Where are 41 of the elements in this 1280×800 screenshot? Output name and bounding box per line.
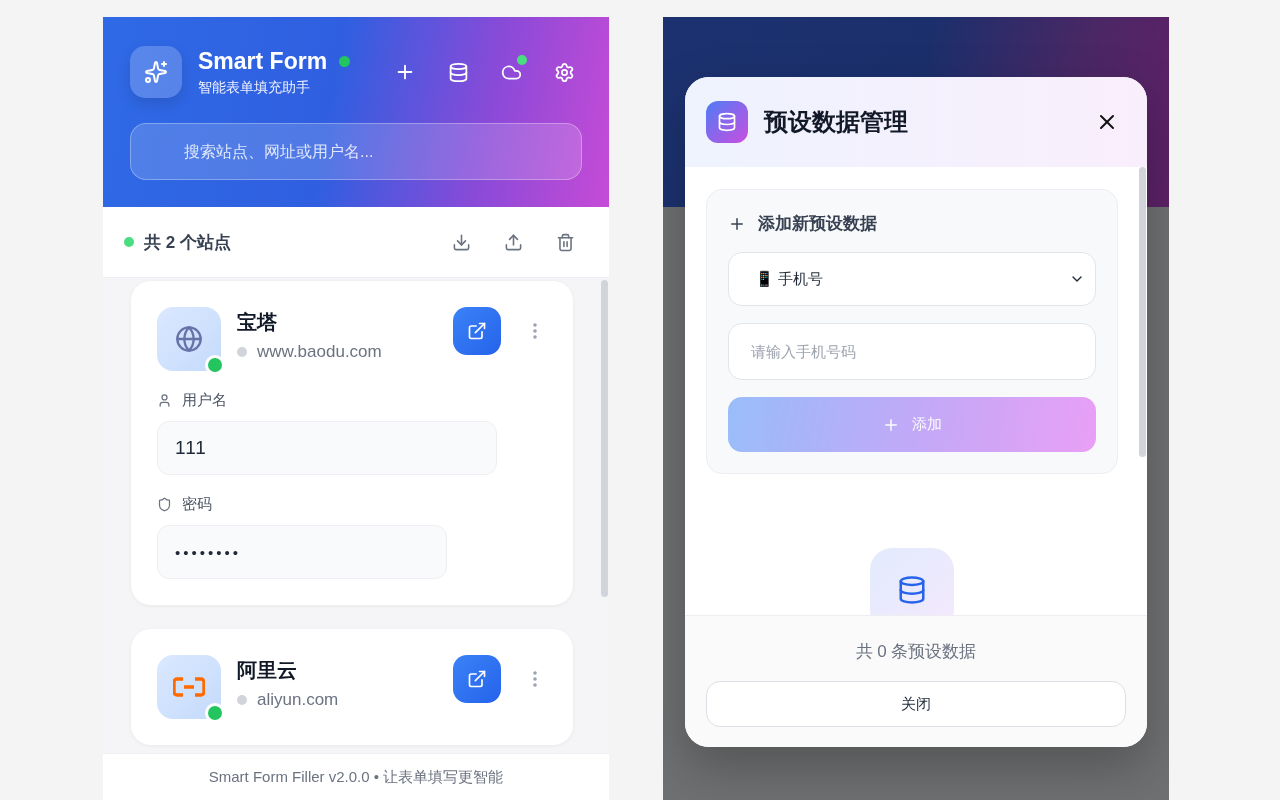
site-name: 宝塔 xyxy=(237,310,278,335)
password-field[interactable]: •••••••• xyxy=(157,525,447,579)
database-icon xyxy=(447,61,469,83)
url-dot xyxy=(237,695,247,705)
scrollbar-thumb[interactable] xyxy=(601,280,608,597)
more-icon xyxy=(533,323,537,339)
sparkles-icon xyxy=(144,60,168,84)
status-dot xyxy=(124,237,134,247)
app-title: Smart Form xyxy=(198,47,328,75)
footer-text: Smart Form Filler v2.0.0 • 让表单填写更智能 xyxy=(208,767,504,787)
shield-icon xyxy=(157,497,172,512)
scrollbar-thumb[interactable] xyxy=(1139,167,1146,457)
url-dot xyxy=(237,347,247,357)
input-field[interactable]: 请输入手机号码 xyxy=(728,323,1096,380)
user-icon xyxy=(157,393,172,408)
site-url: aliyun.com xyxy=(257,690,339,710)
dialog-title: 预设数据管理 xyxy=(764,107,909,137)
type-select[interactable]: 📱 手机号 xyxy=(728,252,1096,306)
more-icon xyxy=(533,671,537,687)
section-title: 添加新预设数据 xyxy=(758,213,877,235)
settings-icon xyxy=(553,61,575,83)
database-icon xyxy=(717,112,737,132)
field-label: 用户名 xyxy=(182,391,227,410)
site-name: 阿里云 xyxy=(237,658,298,683)
external-link-icon xyxy=(467,321,487,341)
trash-icon xyxy=(555,232,575,252)
database-icon xyxy=(897,575,927,605)
preset-count: 共 0 条预设数据 xyxy=(855,641,977,663)
close-button[interactable]: 关闭 xyxy=(706,681,1126,727)
globe-icon xyxy=(175,325,203,353)
open-site-button[interactable] xyxy=(453,655,501,703)
brackets-logo-icon xyxy=(173,677,205,697)
upload-icon xyxy=(503,232,523,252)
username-field[interactable]: 111 xyxy=(157,421,497,475)
open-site-button[interactable] xyxy=(453,307,501,355)
external-link-icon xyxy=(467,669,487,689)
site-count: 共 2 个站点 xyxy=(144,231,232,254)
app-subtitle: 智能表单填充助手 xyxy=(198,78,311,97)
site-url: www.baodu.com xyxy=(257,342,382,362)
download-icon xyxy=(451,232,471,252)
field-label: 密码 xyxy=(182,495,212,514)
